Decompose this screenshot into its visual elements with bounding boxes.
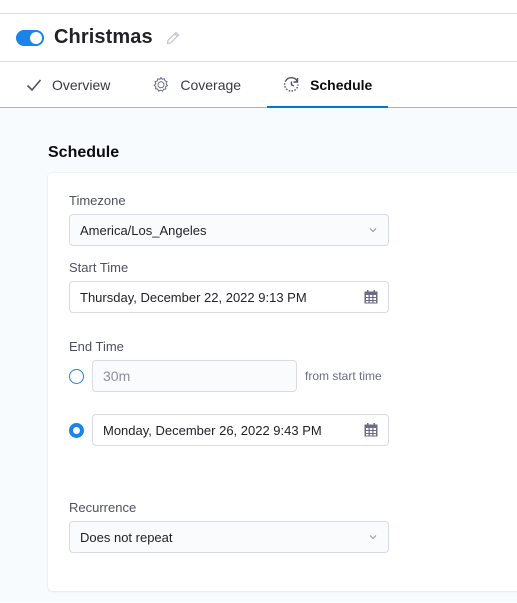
end-duration-radio[interactable] [69, 368, 84, 384]
title-row: Christmas [0, 14, 517, 62]
tab-coverage[interactable]: Coverage [150, 62, 243, 107]
check-icon [26, 78, 42, 91]
timezone-select[interactable]: America/Los_Angeles [69, 214, 389, 246]
recurrence-select[interactable]: Does not repeat [69, 521, 389, 553]
recurrence-value: Does not repeat [80, 529, 173, 545]
chevron-down-icon [369, 535, 377, 540]
timezone-group: Timezone America/Los_Angeles [69, 193, 507, 246]
schedule-card: Timezone America/Los_Angeles Start Time … [48, 173, 517, 591]
tab-bar: Overview Coverage Schedule [0, 62, 517, 108]
end-time-label: End Time [69, 339, 124, 354]
page-title: Christmas [54, 26, 153, 48]
duration-input[interactable]: 30m [92, 360, 297, 392]
tab-coverage-label: Coverage [180, 76, 242, 93]
tab-overview-label: Overview [52, 76, 111, 93]
start-time-label: Start Time [69, 260, 129, 275]
enabled-toggle[interactable] [16, 29, 44, 46]
gear-icon [153, 76, 169, 92]
chevron-down-icon [369, 228, 377, 233]
end-time-value: Monday, December 26, 2022 9:43 PM [103, 422, 322, 438]
timezone-label: Timezone [69, 193, 126, 208]
recurrence-label: Recurrence [69, 500, 137, 515]
start-time-picker[interactable]: Thursday, December 22, 2022 9:13 PM [69, 281, 389, 313]
schedule-refresh-icon [284, 76, 299, 92]
top-strip [0, 0, 517, 14]
end-duration-option: 30m from start time [69, 360, 507, 392]
tab-overview[interactable]: Overview [24, 62, 112, 107]
toggle-knob [30, 31, 42, 44]
main-content: Schedule Timezone America/Los_Angeles St… [0, 108, 517, 602]
tab-schedule[interactable]: Schedule [267, 62, 389, 108]
end-time-group: End Time 30m from start time Monday, Dec… [69, 339, 507, 446]
calendar-icon[interactable] [364, 290, 378, 304]
start-time-group: Start Time Thursday, December 22, 2022 9… [69, 260, 507, 313]
end-datetime-option: Monday, December 26, 2022 9:43 PM [69, 414, 507, 446]
pencil-icon [166, 31, 180, 44]
end-time-picker[interactable]: Monday, December 26, 2022 9:43 PM [92, 414, 389, 446]
duration-suffix: from start time [305, 369, 382, 383]
section-title: Schedule [48, 144, 120, 161]
calendar-icon[interactable] [364, 423, 378, 437]
duration-placeholder: 30m [103, 368, 131, 384]
edit-title-button[interactable] [165, 30, 181, 46]
timezone-value: America/Los_Angeles [80, 222, 207, 238]
start-time-value: Thursday, December 22, 2022 9:13 PM [80, 289, 307, 305]
end-datetime-radio[interactable] [69, 422, 84, 438]
tab-schedule-label: Schedule [310, 76, 373, 93]
recurrence-group: Recurrence Does not repeat [69, 500, 507, 553]
